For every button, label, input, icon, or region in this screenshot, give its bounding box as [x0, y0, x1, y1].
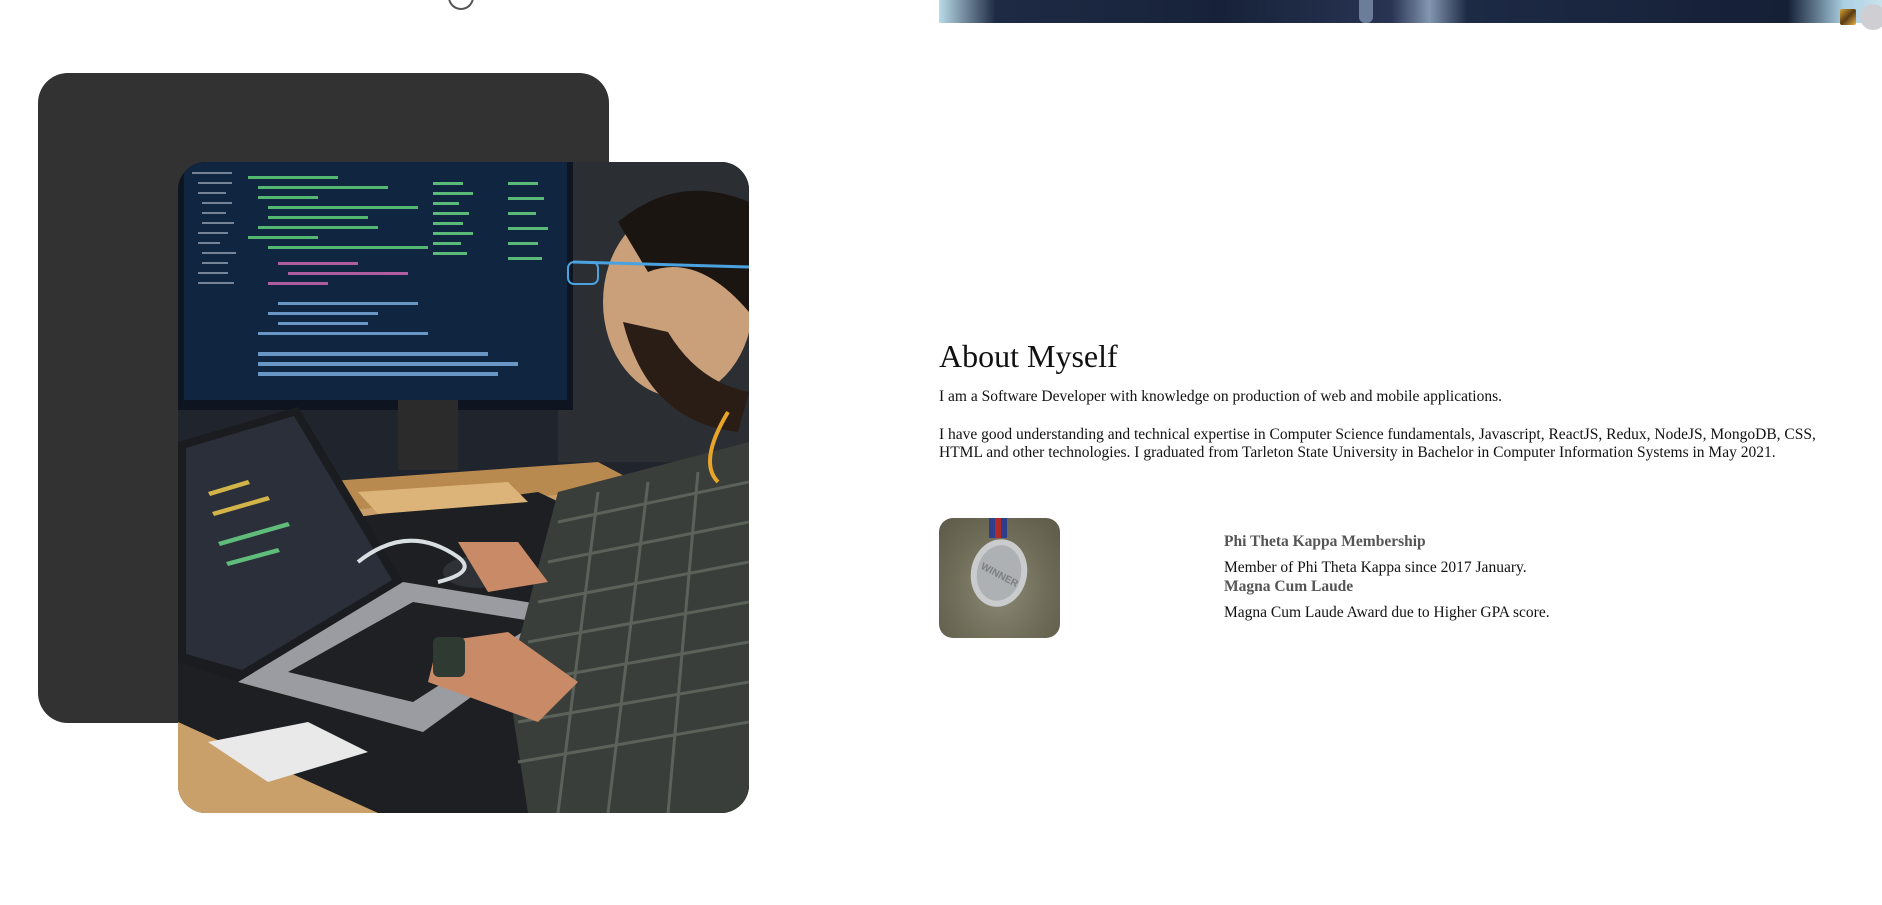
award-item: Phi Theta Kappa Membership Member of Phi…: [1224, 532, 1550, 577]
avatar[interactable]: [1860, 4, 1882, 30]
award-title: Phi Theta Kappa Membership: [1224, 533, 1426, 550]
extension-icon[interactable]: [1840, 9, 1856, 25]
top-banner-image: [939, 0, 1882, 23]
about-heading: About Myself: [939, 338, 1118, 374]
medal-icon: WINNER: [970, 518, 1028, 607]
award-description: Magna Cum Laude Award due to Higher GPA …: [1224, 604, 1550, 621]
corner-widgets: [1840, 4, 1882, 30]
award-list: Phi Theta Kappa Membership Member of Phi…: [1224, 532, 1550, 622]
award-item: Magna Cum Laude Magna Cum Laude Award du…: [1224, 577, 1550, 622]
about-section: About Myself I am a Software Developer w…: [939, 334, 1859, 462]
about-detail-text: I have good understanding and technical …: [939, 426, 1816, 461]
medal-thumbnail: WINNER: [939, 518, 1060, 638]
award-description: Member of Phi Theta Kappa since 2017 Jan…: [1224, 559, 1527, 576]
page: About Myself I am a Software Developer w…: [0, 0, 1882, 905]
developer-photo: [178, 162, 749, 813]
about-intro-text: I am a Software Developer with knowledge…: [939, 388, 1503, 405]
developer-at-desk-photo-icon: [178, 162, 749, 813]
award-title: Magna Cum Laude: [1224, 578, 1354, 595]
awards-section: WINNER Phi Theta Kappa Membership Member…: [939, 518, 1859, 638]
partial-heading-glyph: [448, 0, 474, 10]
